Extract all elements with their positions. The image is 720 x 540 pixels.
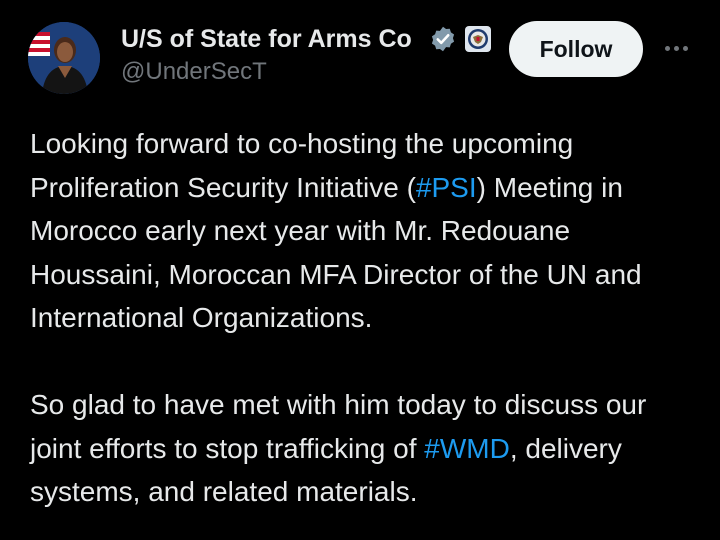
author-display-name[interactable]: U/S of State for Arms Co <box>121 25 427 54</box>
verified-badge-icon <box>431 26 455 52</box>
more-options-icon[interactable] <box>660 38 692 58</box>
hashtag-link-wmd[interactable]: #WMD <box>424 433 510 464</box>
author-handle[interactable]: @UnderSecT <box>121 58 267 86</box>
hashtag-link-psi[interactable]: #PSI <box>416 172 477 203</box>
state-department-seal-icon[interactable] <box>465 26 491 52</box>
tweet-paragraph: So glad to have met with him today to di… <box>30 383 700 514</box>
author-avatar[interactable] <box>28 22 100 94</box>
tweet-paragraph: Looking forward to co-hosting the upcomi… <box>30 122 700 340</box>
author-name-row: U/S of State for Arms Co <box>121 22 491 56</box>
follow-button[interactable]: Follow <box>509 21 643 77</box>
tweet-text: Looking forward to co-hosting the upcomi… <box>30 122 700 514</box>
